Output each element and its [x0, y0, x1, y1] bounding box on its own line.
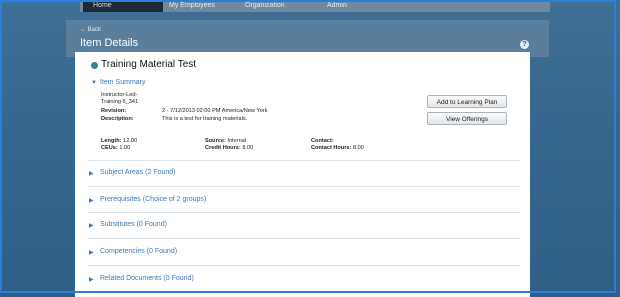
- window-frame: [0, 0, 616, 293]
